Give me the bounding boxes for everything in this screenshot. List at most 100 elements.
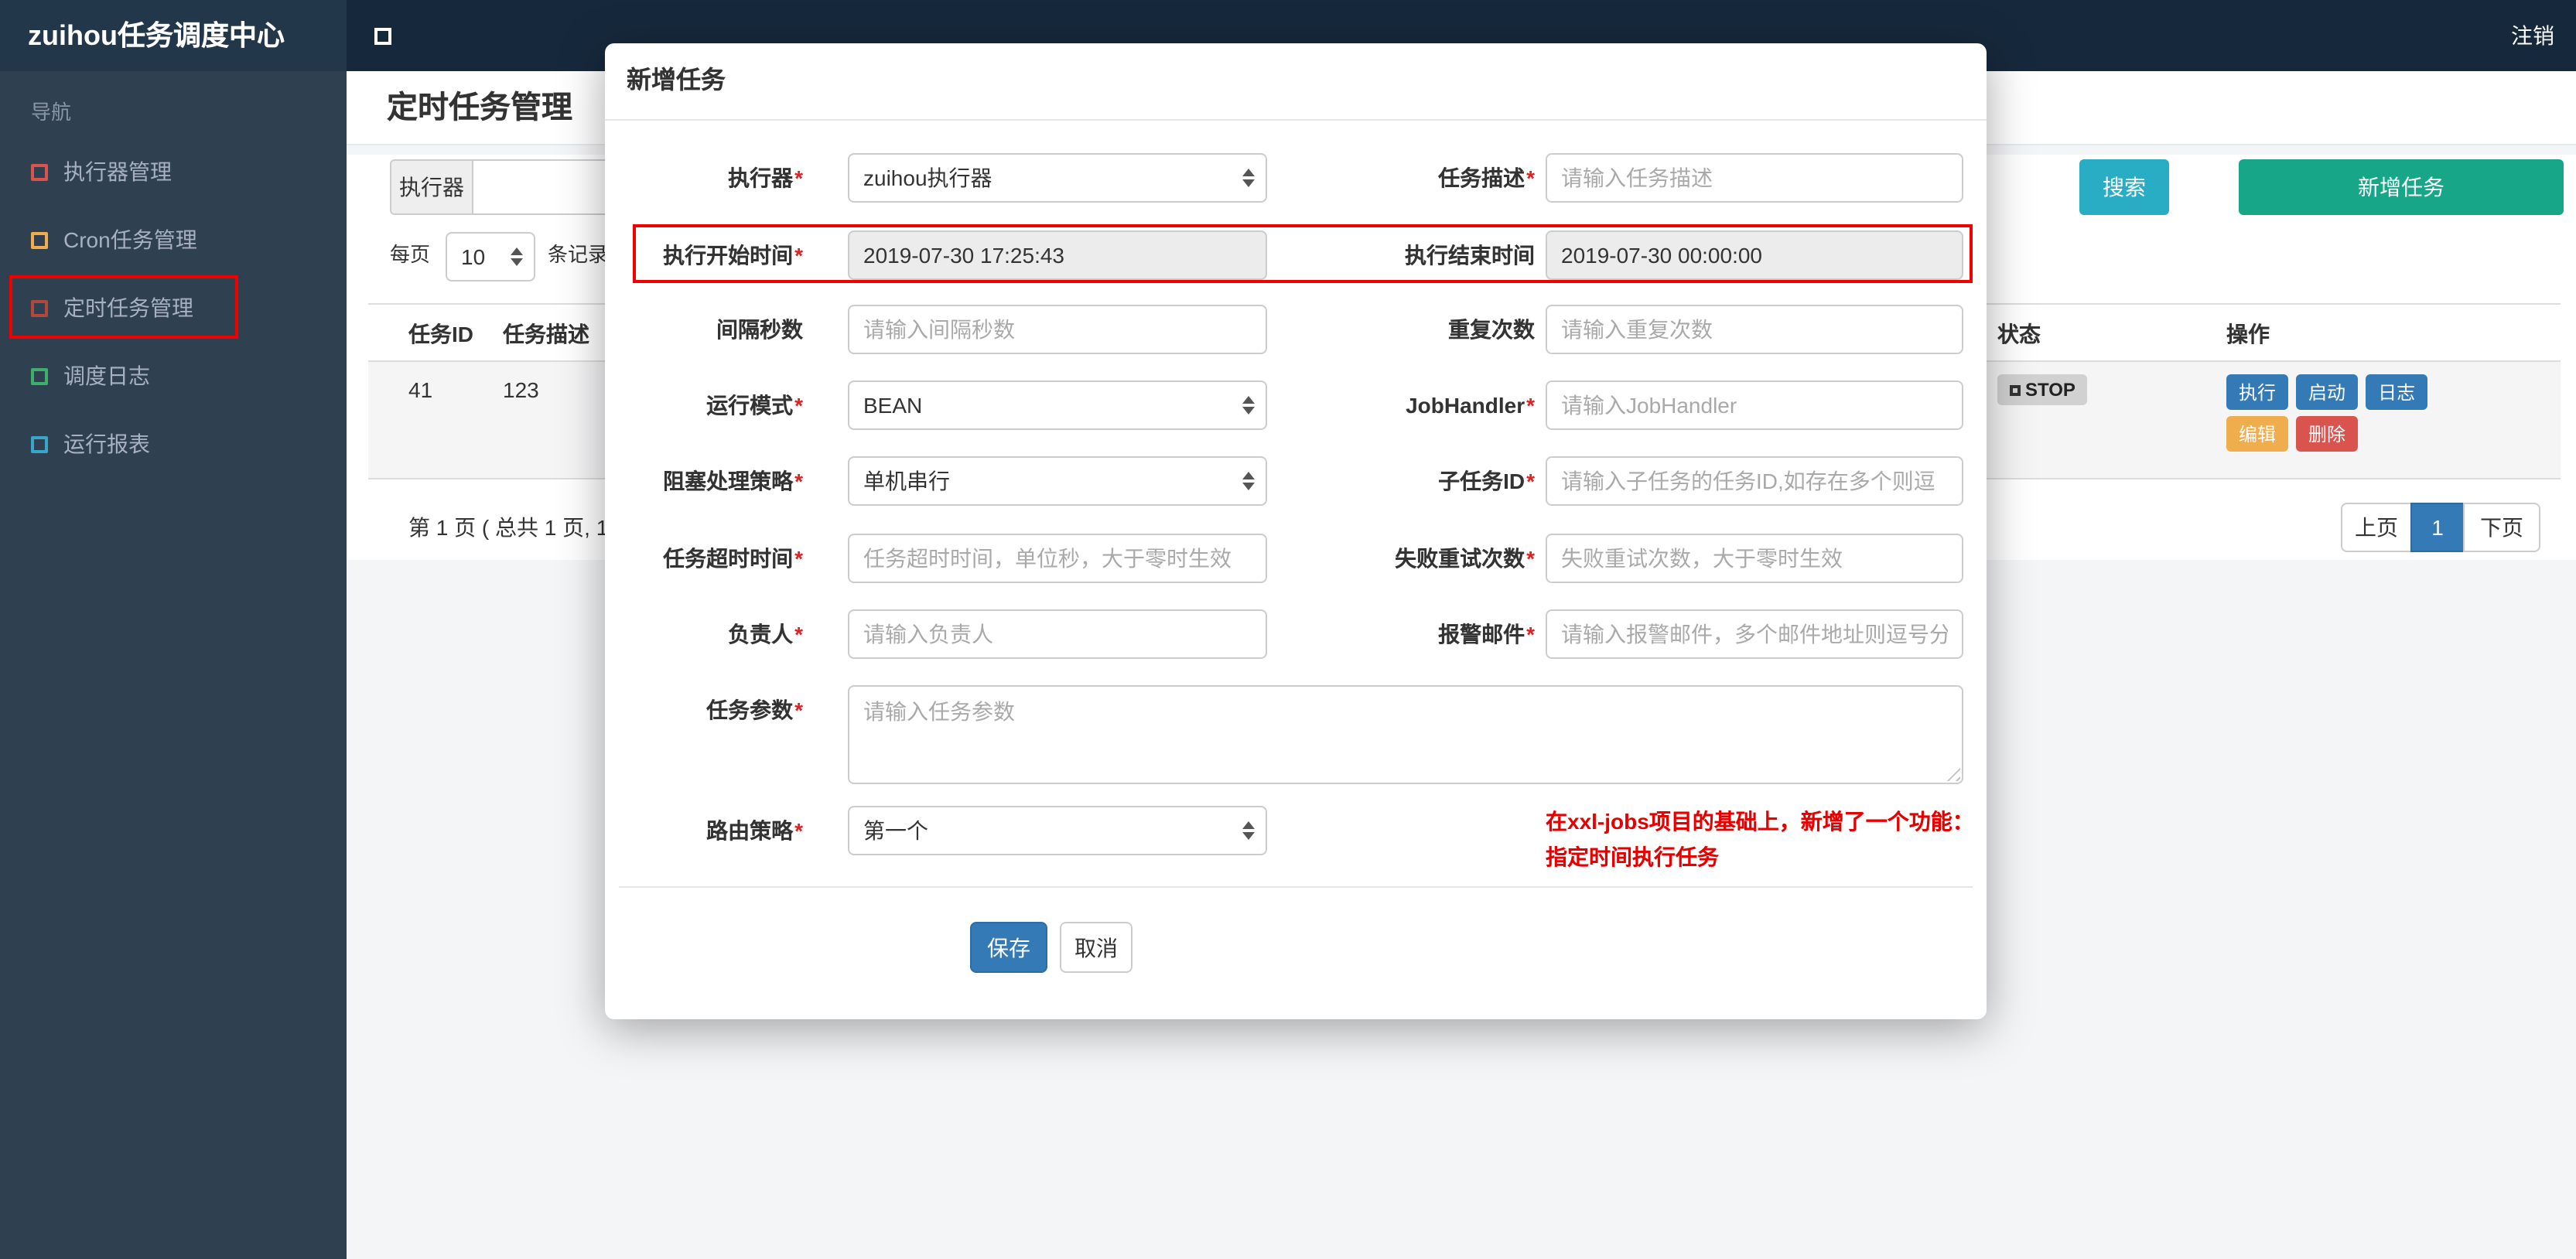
- run-button[interactable]: 执行: [2226, 374, 2289, 410]
- sidebar-item-executor-manage[interactable]: 执行器管理: [0, 138, 347, 206]
- per-page-suffix: 条记录: [548, 243, 609, 266]
- required-mark: *: [794, 393, 803, 418]
- col-header-actions: 操作: [2226, 322, 2270, 346]
- cell-task-id: 41: [408, 377, 433, 402]
- label-text: 重复次数: [1448, 317, 1535, 342]
- job-handler-input[interactable]: [1546, 380, 1963, 430]
- feature-note-line1: 在xxl-jobs项目的基础上，新增了一个功能：: [1546, 809, 1974, 834]
- per-page-select[interactable]: 10: [446, 232, 535, 281]
- required-mark: *: [794, 622, 803, 647]
- schedule-log-icon: [31, 367, 48, 384]
- logout-link[interactable]: 注销: [2511, 0, 2554, 71]
- timeout-label: 任务超时时间 *: [605, 534, 803, 583]
- repeat-count-input[interactable]: [1546, 305, 1963, 354]
- route-strategy-select[interactable]: 第一个: [848, 806, 1267, 855]
- label-text: 执行结束时间: [1405, 243, 1535, 268]
- route-strategy-select-value: 第一个: [863, 818, 928, 843]
- sidebar-nav-label: 导航: [31, 101, 72, 124]
- owner-input[interactable]: [848, 609, 1267, 659]
- start-time-input[interactable]: [848, 230, 1267, 280]
- pagination-next-button[interactable]: 下页: [2463, 503, 2540, 552]
- row-actions-line1: 执行 启动 日志: [2226, 374, 2428, 410]
- end-time-input[interactable]: [1546, 230, 1963, 280]
- job-handler-label: JobHandler *: [1286, 380, 1535, 430]
- status-badge-text: STOP: [2025, 379, 2075, 401]
- select-arrows-icon: [511, 247, 523, 266]
- owner-label: 负责人 *: [605, 609, 803, 659]
- app-root: zuihou任务调度中心 注销 导航 执行器管理 Cron任务管理 定时任务管理…: [0, 0, 2576, 1259]
- run-mode-select-value: BEAN: [863, 393, 923, 418]
- required-mark: *: [1526, 546, 1535, 571]
- executor-filter-label: 执行器: [390, 159, 473, 215]
- sidebar-item-timed-task[interactable]: 定时任务管理: [0, 274, 347, 342]
- run-report-icon: [31, 435, 48, 452]
- pagination-info: 第 1 页 ( 总共 1 页, 1: [408, 515, 609, 540]
- save-button[interactable]: 保存: [970, 922, 1047, 973]
- repeat-count-label: 重复次数: [1286, 305, 1535, 354]
- interval-input[interactable]: [848, 305, 1267, 354]
- search-button[interactable]: 搜索: [2079, 159, 2169, 215]
- cancel-button[interactable]: 取消: [1060, 922, 1133, 973]
- child-job-id-label: 子任务ID *: [1286, 456, 1535, 506]
- col-header-task-id: 任务ID: [408, 322, 473, 346]
- sidebar-item-cron-task[interactable]: Cron任务管理: [0, 206, 347, 274]
- sidebar-item-label: 调度日志: [63, 363, 150, 388]
- log-button[interactable]: 日志: [2366, 374, 2428, 410]
- required-mark: *: [1526, 393, 1535, 418]
- executor-select[interactable]: zuihou执行器: [848, 153, 1267, 203]
- row-actions-line2: 编辑 删除: [2226, 416, 2359, 452]
- pagination-prev-button[interactable]: 上页: [2341, 503, 2412, 552]
- sidebar-item-schedule-log[interactable]: 调度日志: [0, 342, 347, 410]
- fail-retry-label: 失败重试次数 *: [1286, 534, 1535, 583]
- feature-note: 在xxl-jobs项目的基础上，新增了一个功能： 指定时间执行任务: [1546, 804, 2010, 875]
- required-mark: *: [1526, 165, 1535, 190]
- child-job-id-input[interactable]: [1546, 456, 1963, 506]
- collapse-sidebar-icon[interactable]: [374, 28, 391, 45]
- modal-header: 新增任务: [605, 43, 1987, 121]
- label-text: 执行器: [728, 165, 794, 190]
- sidebar-item-label: 定时任务管理: [63, 295, 193, 320]
- run-mode-label: 运行模式 *: [605, 380, 803, 430]
- alarm-email-input[interactable]: [1546, 609, 1963, 659]
- required-mark: *: [794, 165, 803, 190]
- stop-square-icon: [2010, 384, 2021, 395]
- label-text: 运行模式: [706, 393, 794, 418]
- label-text: 子任务ID: [1438, 469, 1525, 493]
- interval-label: 间隔秒数: [605, 305, 803, 354]
- cell-task-desc: 123: [503, 377, 539, 402]
- col-header-task-desc: 任务描述: [503, 322, 589, 346]
- required-mark: *: [794, 698, 803, 722]
- cron-task-icon: [31, 231, 48, 248]
- job-desc-input[interactable]: [1546, 153, 1963, 203]
- job-params-textarea[interactable]: [848, 685, 1963, 784]
- block-strategy-select[interactable]: 单机串行: [848, 456, 1267, 506]
- timeout-input[interactable]: [848, 534, 1267, 583]
- label-text: 执行开始时间: [663, 243, 794, 268]
- executor-label: 执行器 *: [605, 153, 803, 203]
- per-page-prefix: 每页: [390, 243, 431, 266]
- modal-title: 新增任务: [627, 68, 726, 94]
- start-button[interactable]: 启动: [2296, 374, 2359, 410]
- brand-title: zuihou任务调度中心: [0, 0, 347, 71]
- label-text: 路由策略: [706, 818, 794, 843]
- sidebar-item-label: Cron任务管理: [63, 227, 197, 252]
- block-strategy-select-value: 单机串行: [863, 469, 950, 493]
- required-mark: *: [794, 818, 803, 843]
- start-time-label: 执行开始时间 *: [605, 230, 803, 280]
- required-mark: *: [1526, 469, 1535, 493]
- pagination-page-1[interactable]: 1: [2410, 503, 2465, 552]
- executor-select-value: zuihou执行器: [863, 165, 992, 190]
- label-text: JobHandler: [1406, 393, 1525, 418]
- modal-footer-divider: [619, 886, 1973, 888]
- fail-retry-input[interactable]: [1546, 534, 1963, 583]
- delete-button[interactable]: 删除: [2296, 416, 2359, 452]
- run-mode-select[interactable]: BEAN: [848, 380, 1267, 430]
- label-text: 报警邮件: [1438, 622, 1525, 647]
- label-text: 失败重试次数: [1395, 546, 1525, 571]
- add-task-button[interactable]: 新增任务: [2239, 159, 2564, 215]
- select-arrows-icon: [1242, 821, 1255, 840]
- edit-button[interactable]: 编辑: [2226, 416, 2289, 452]
- status-badge: STOP: [1997, 374, 2088, 405]
- required-mark: *: [1526, 622, 1535, 647]
- sidebar-item-run-report[interactable]: 运行报表: [0, 410, 347, 478]
